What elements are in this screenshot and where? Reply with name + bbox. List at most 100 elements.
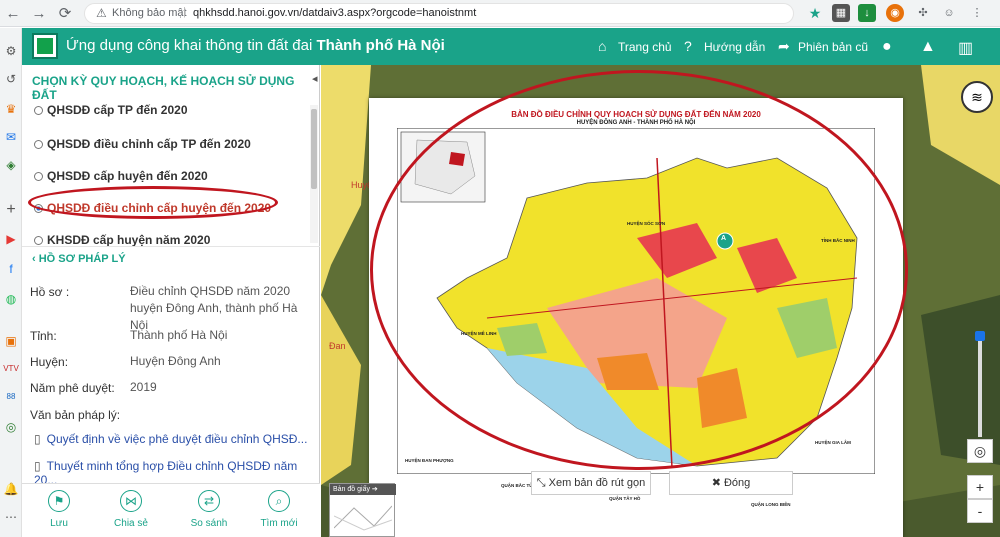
address-bar[interactable]: ⚠ Không bảo mật | qhkhsdd.hanoi.gov.vn/d… bbox=[84, 3, 794, 24]
youtube-icon[interactable]: ▶ bbox=[2, 230, 20, 248]
home-icon[interactable]: ⌂ bbox=[598, 38, 606, 54]
nav-help[interactable]: Hướng dẫn bbox=[704, 40, 765, 54]
section-title-plan-period: CHỌN KỲ QUY HOẠCH, KẾ HOẠCH SỬ DỤNG ĐẤT bbox=[32, 74, 295, 102]
tinh-value: Thành phố Hà Nội bbox=[130, 328, 228, 342]
back-icon[interactable]: ← bbox=[3, 4, 23, 24]
paper-map-label[interactable]: Bản đồ giấy ➔ bbox=[330, 484, 396, 495]
option-label: QHSDĐ điều chỉnh cấp TP đến 2020 bbox=[47, 137, 251, 151]
zoom-slider-thumb[interactable] bbox=[975, 331, 985, 341]
share-button[interactable]: ⋈ Chia sẻ bbox=[96, 490, 166, 529]
paper-map-preview bbox=[334, 505, 392, 531]
facebook-icon[interactable]: f bbox=[2, 260, 20, 278]
new-search-button[interactable]: ⌕ Tìm mới bbox=[244, 490, 314, 529]
history-icon[interactable]: ↺ bbox=[2, 70, 20, 88]
maps-icon[interactable]: ◎ bbox=[2, 418, 20, 436]
zoom-slider[interactable] bbox=[978, 337, 982, 437]
nav-old-version[interactable]: Phiên bản cũ bbox=[798, 40, 868, 54]
crown-icon[interactable]: ♛ bbox=[2, 100, 20, 118]
locate-icon[interactable]: ◎ bbox=[967, 439, 993, 463]
collapse-left-icon[interactable]: ◂ bbox=[312, 72, 318, 85]
warning-icon[interactable]: ⚠ bbox=[96, 6, 107, 20]
messenger-icon[interactable]: ✉ bbox=[2, 128, 20, 146]
menu-icon[interactable]: ⋮ bbox=[968, 4, 986, 22]
option-tp-2020[interactable]: QHSDĐ cấp TP đến 2020 bbox=[34, 103, 188, 117]
legal-title[interactable]: ‹ HỒ SƠ PHÁP LÝ bbox=[32, 253, 126, 265]
reload-icon[interactable]: ⟳ bbox=[55, 4, 75, 24]
document-icon: ▯ bbox=[34, 459, 41, 473]
highlight-ellipse bbox=[28, 186, 278, 219]
document-link[interactable]: ▯ Quyết định về việc phê duyệt điều chỉnh… bbox=[34, 432, 307, 446]
close-button[interactable]: ✖ Đóng bbox=[669, 471, 793, 495]
bookmark-icon: ⚑ bbox=[48, 490, 70, 512]
spotify-icon[interactable]: ◍ bbox=[2, 290, 20, 308]
save-label: Lưu bbox=[50, 518, 68, 529]
settings-icon[interactable]: ⚙ bbox=[2, 42, 20, 60]
add-icon[interactable]: + bbox=[2, 201, 20, 219]
document-link-text[interactable]: Quyết định về việc phê duyệt điều chỉnh … bbox=[47, 432, 308, 446]
download-icon[interactable]: ↓ bbox=[858, 4, 876, 22]
legal-docs-label: Văn bản pháp lý: bbox=[30, 408, 121, 422]
gamepad-icon[interactable]: ◈ bbox=[2, 156, 20, 174]
app-title: Ứng dụng công khai thông tin đất đai Thà… bbox=[66, 37, 445, 54]
star-icon[interactable]: ★ bbox=[806, 4, 824, 22]
help-icon[interactable]: ? bbox=[684, 38, 692, 54]
forward-icon[interactable]: → bbox=[29, 4, 49, 24]
option-district-plan-2020[interactable]: KHSDĐ cấp huyện năm 2020 bbox=[34, 233, 210, 247]
app-header: Ứng dụng công khai thông tin đất đai Thà… bbox=[22, 28, 1000, 65]
plan-label-tay-ho: QUẬN TÂY HỒ bbox=[609, 496, 641, 501]
chevron-left-icon[interactable]: ‹ bbox=[32, 253, 39, 265]
compare-label: So sánh bbox=[190, 518, 228, 529]
paper-map-thumbnail[interactable]: Bản đồ giấy ➔ bbox=[329, 483, 396, 537]
extension-round-icon[interactable]: ◉ bbox=[886, 4, 904, 22]
option-tp-adjusted-2020[interactable]: QHSDĐ điều chỉnh cấp TP đến 2020 bbox=[34, 137, 251, 151]
app-logo bbox=[32, 33, 58, 59]
options-scrollbar-thumb[interactable] bbox=[311, 109, 317, 189]
app-title-city: Thành phố Hà Nội bbox=[316, 37, 445, 54]
collapse-map-label: Xem bản đồ rút gọn bbox=[548, 477, 646, 489]
share-icon: ⋈ bbox=[120, 490, 142, 512]
option-district-2020[interactable]: QHSDĐ cấp huyện đến 2020 bbox=[34, 169, 208, 183]
android-icon[interactable]: ▲ bbox=[920, 38, 936, 56]
nav-home[interactable]: Trang chủ bbox=[618, 40, 672, 54]
app-88-icon[interactable]: 88 bbox=[2, 388, 20, 406]
option-label: KHSDĐ cấp huyện năm 2020 bbox=[47, 233, 211, 247]
save-button[interactable]: ⚑ Lưu bbox=[24, 490, 94, 529]
share-arrow-icon[interactable]: ➦ bbox=[778, 38, 790, 55]
huyen-label: Huyện: bbox=[30, 355, 69, 369]
close-label: Đóng bbox=[723, 477, 751, 489]
layers-icon[interactable]: ≋ bbox=[961, 81, 993, 113]
app-icon[interactable]: ▣ bbox=[2, 332, 20, 350]
url-text[interactable]: qhkhsdd.hanoi.gov.vn/datdaiv3.aspx?orgco… bbox=[193, 7, 476, 19]
app-title-prefix: Ứng dụng công khai thông tin đất đai bbox=[66, 37, 313, 54]
zoom-in-button[interactable]: + bbox=[967, 475, 993, 499]
zoom-out-button[interactable]: - bbox=[967, 499, 993, 523]
map-label-dan: Đan bbox=[329, 341, 346, 351]
collapse-map-button[interactable]: ⤡ Xem bản đồ rút gọn bbox=[531, 471, 651, 495]
browser-sidebar: ⚙ ↺ ♛ ✉ ◈ + ▶ f ◍ ▣ VTV 88 ◎ 🔔 ⋯ bbox=[0, 28, 22, 537]
profile-icon[interactable]: ☺ bbox=[940, 4, 958, 22]
radio-icon[interactable] bbox=[34, 140, 43, 149]
security-label[interactable]: Không bảo mật bbox=[112, 7, 187, 19]
legal-title-text: HỒ SƠ PHÁP LÝ bbox=[38, 253, 126, 265]
option-label: QHSDĐ cấp TP đến 2020 bbox=[47, 103, 188, 117]
puzzle-icon[interactable]: ✣ bbox=[914, 4, 932, 22]
paper-map-label-text: Bản đồ giấy bbox=[333, 486, 370, 493]
highlight-ellipse-map bbox=[370, 70, 908, 470]
logo-mark bbox=[37, 38, 53, 54]
radio-icon[interactable] bbox=[34, 106, 43, 115]
apple-icon[interactable]: ● bbox=[882, 38, 892, 56]
map-icon[interactable]: ▥ bbox=[958, 38, 973, 58]
compare-button[interactable]: ⇄ So sánh bbox=[174, 490, 244, 529]
map-view[interactable]: Huyệ Đan BẢN ĐỒ ĐIỀU CHỈNH QUY HOẠCH SỬ … bbox=[321, 65, 1000, 537]
new-search-label: Tìm mới bbox=[260, 518, 298, 529]
more-icon[interactable]: ⋯ bbox=[2, 508, 20, 526]
compare-icon: ⇄ bbox=[198, 490, 220, 512]
radio-icon[interactable] bbox=[34, 236, 43, 245]
extension-icon[interactable]: ▦ bbox=[832, 4, 850, 22]
arrow-right-icon: ➔ bbox=[369, 486, 378, 493]
vtv-icon[interactable]: VTV bbox=[2, 360, 20, 378]
bell-icon[interactable]: 🔔 bbox=[2, 480, 20, 498]
radio-icon[interactable] bbox=[34, 172, 43, 181]
search-icon: ⌕ bbox=[268, 490, 290, 512]
share-label: Chia sẻ bbox=[114, 518, 148, 529]
